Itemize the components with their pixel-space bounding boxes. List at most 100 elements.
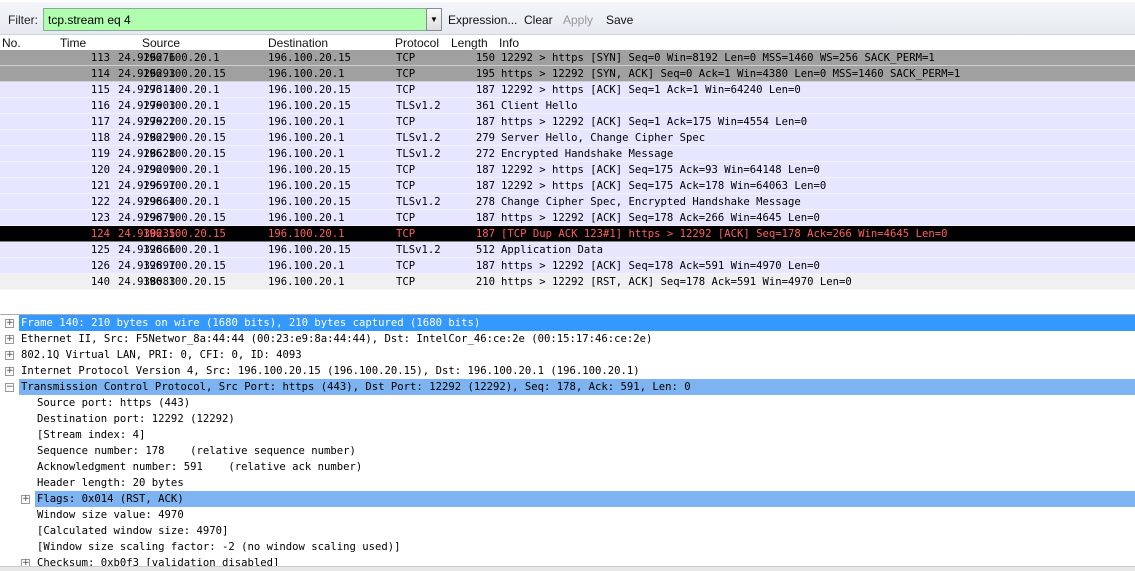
packet-no: 140 [90, 276, 110, 288]
expand-icon[interactable]: + [5, 367, 14, 376]
detail-item[interactable]: Source port: https (443) [0, 395, 1135, 411]
filter-input[interactable]: tcp.stream eq 4 [43, 8, 427, 31]
expand-icon[interactable]: + [21, 559, 30, 566]
packet-row[interactable]: 124 24.930235 196.100.20.15 196.100.20.1 TCP… [0, 226, 1135, 242]
detail-item[interactable]: + Checksum: 0xb0f3 [validation disabled] [0, 555, 1135, 566]
detail-item[interactable]: + Internet Protocol Version 4, Src: 196.1… [0, 363, 1135, 379]
packet-row[interactable]: 123 24.929879 196.100.20.15 196.100.20.1 TCP… [0, 210, 1135, 226]
collapse-icon[interactable]: − [5, 383, 14, 392]
packet-no: 122 [90, 196, 110, 208]
packet-no: 123 [90, 212, 110, 224]
packet-info: 12292 > https [ACK] Seq=175 Ack=93 Win=6… [501, 164, 820, 176]
detail-item[interactable]: [Window size scaling factor: -2 (no wind… [0, 539, 1135, 555]
column-info[interactable]: Info [499, 36, 519, 50]
packet-proto: TLSv1.2 [396, 132, 441, 144]
packet-proto: TLSv1.2 [396, 244, 441, 256]
packet-proto: TLSv1.2 [396, 100, 441, 112]
packet-src: 196.100.20.1 [143, 244, 220, 256]
packet-dst: 196.100.20.15 [268, 196, 351, 208]
packet-row[interactable]: 115 24.927314 196.100.20.1 196.100.20.15 TCP… [0, 82, 1135, 98]
detail-item[interactable]: Acknowledgment number: 591 (relative ack… [0, 459, 1135, 475]
detail-item[interactable]: + Flags: 0x014 (RST, ACK) [0, 491, 1135, 507]
detail-item[interactable]: Header length: 20 bytes [0, 475, 1135, 491]
packet-info: Application Data [501, 244, 604, 256]
packet-dst: 196.100.20.1 [268, 148, 345, 160]
packet-no: 121 [90, 180, 110, 192]
expand-icon[interactable]: + [5, 319, 14, 328]
packet-len: 187 [475, 164, 495, 176]
filter-dropdown-icon[interactable]: ▼ [426, 8, 442, 31]
packet-row[interactable]: 114 24.926293 196.100.20.15 196.100.20.1 TCP… [0, 66, 1135, 82]
detail-item[interactable]: Sequence number: 178 (relative sequence … [0, 443, 1135, 459]
packet-dst: 196.100.20.1 [268, 260, 345, 272]
detail-text: 802.1Q Virtual LAN, PRI: 0, CFI: 0, ID: … [21, 349, 302, 361]
detail-item[interactable]: Destination port: 12292 (12292) [0, 411, 1135, 427]
packet-src: 196.100.20.1 [143, 196, 220, 208]
detail-item[interactable]: + Ethernet II, Src: F5Networ_8a:44:44 (00… [0, 331, 1135, 347]
detail-text: Source port: https (443) [37, 397, 191, 409]
packet-no: 116 [90, 100, 110, 112]
packet-len: 187 [475, 180, 495, 192]
packet-dst: 196.100.20.15 [268, 244, 351, 256]
packet-row[interactable]: 120 24.929209 196.100.20.1 196.100.20.15 TCP… [0, 162, 1135, 178]
packet-len: 187 [475, 116, 495, 128]
packet-no: 125 [90, 244, 110, 256]
column-no[interactable]: No. [2, 36, 21, 50]
packet-no: 115 [90, 84, 110, 96]
expand-icon[interactable]: + [5, 335, 14, 344]
packet-len: 187 [475, 84, 495, 96]
packet-len: 272 [475, 148, 495, 160]
column-source[interactable]: Source [142, 36, 180, 50]
packet-info: [TCP Dup ACK 123#1] https > 12292 [ACK] … [501, 228, 948, 240]
packet-row[interactable]: 121 24.929597 196.100.20.1 196.100.20.15 TCP… [0, 178, 1135, 194]
detail-item[interactable]: Window size value: 4970 [0, 507, 1135, 523]
save-button[interactable]: Save [606, 13, 633, 27]
column-protocol[interactable]: Protocol [395, 36, 439, 50]
detail-text: Window size value: 4970 [37, 509, 184, 521]
detail-item[interactable]: − Transmission Control Protocol, Src Port… [0, 379, 1135, 395]
packet-row[interactable]: 113 24.926276 196.100.20.1 196.100.20.15 TCP… [0, 50, 1135, 66]
apply-button[interactable]: Apply [563, 13, 593, 27]
filter-toolbar: Filter: tcp.stream eq 4 ▼ Expression... … [0, 0, 1135, 35]
packet-proto: TCP [396, 212, 416, 224]
expression-button[interactable]: Expression... [448, 13, 517, 27]
column-time[interactable]: Time [60, 36, 86, 50]
detail-item[interactable]: +802.1Q Virtual LAN, PRI: 0, CFI: 0, ID:… [0, 347, 1135, 363]
packet-info: Encrypted Handshake Message [501, 148, 674, 160]
packet-len: 278 [475, 196, 495, 208]
clear-button[interactable]: Clear [524, 13, 553, 27]
packet-len: 512 [475, 244, 495, 256]
column-length[interactable]: Length [451, 36, 488, 50]
packet-row[interactable]: 118 24.928229 196.100.20.15 196.100.20.1 TLS… [0, 130, 1135, 146]
packet-details-tree: + Frame 140: 210 bytes on wire (1680 bits… [0, 314, 1135, 566]
packet-src: 196.100.20.1 [143, 100, 220, 112]
packet-dst: 196.100.20.1 [268, 68, 345, 80]
detail-item[interactable]: [Stream index: 4] [0, 427, 1135, 443]
column-destination[interactable]: Destination [268, 36, 328, 50]
packet-src: 196.100.20.1 [143, 180, 220, 192]
packet-dst: 196.100.20.1 [268, 276, 345, 288]
packet-row[interactable]: 116 24.927903 196.100.20.1 196.100.20.15 TLS… [0, 98, 1135, 114]
packet-no: 124 [90, 228, 110, 240]
detail-text: Checksum: 0xb0f3 [validation disabled] [37, 557, 280, 566]
detail-item[interactable]: [Calculated window size: 4970] [0, 523, 1135, 539]
packet-row[interactable]: 122 24.929864 196.100.20.1 196.100.20.15 TLS… [0, 194, 1135, 210]
detail-item[interactable]: + Frame 140: 210 bytes on wire (1680 bits… [0, 315, 1135, 331]
pane-splitter[interactable] [0, 566, 1135, 571]
packet-row[interactable]: 117 24.927922 196.100.20.15 196.100.20.1 TCP… [0, 114, 1135, 130]
expand-icon[interactable]: + [21, 495, 30, 504]
packet-row[interactable]: 125 24.932866 196.100.20.1 196.100.20.15 TLS… [0, 242, 1135, 258]
packet-row[interactable]: 140 24.938083 196.100.20.15 196.100.20.1 TCP… [0, 274, 1135, 290]
packet-src: 196.100.20.15 [143, 132, 226, 144]
packet-info: 12292 > https [SYN] Seq=0 Win=8192 Len=0… [501, 52, 935, 64]
packet-info: https > 12292 [ACK] Seq=178 Ack=266 Win=… [501, 212, 820, 224]
packet-src: 196.100.20.15 [143, 276, 226, 288]
packet-row[interactable]: 126 24.932897 196.100.20.15 196.100.20.1 TCP… [0, 258, 1135, 274]
packet-len: 279 [475, 132, 495, 144]
packet-no: 114 [90, 68, 110, 80]
detail-text: Acknowledgment number: 591 (relative ack… [37, 461, 363, 473]
expand-icon[interactable]: + [5, 351, 14, 360]
detail-text: Flags: 0x014 (RST, ACK) [35, 491, 1135, 507]
packet-no: 113 [90, 52, 110, 64]
packet-row[interactable]: 119 24.928628 196.100.20.15 196.100.20.1 TLS… [0, 146, 1135, 162]
